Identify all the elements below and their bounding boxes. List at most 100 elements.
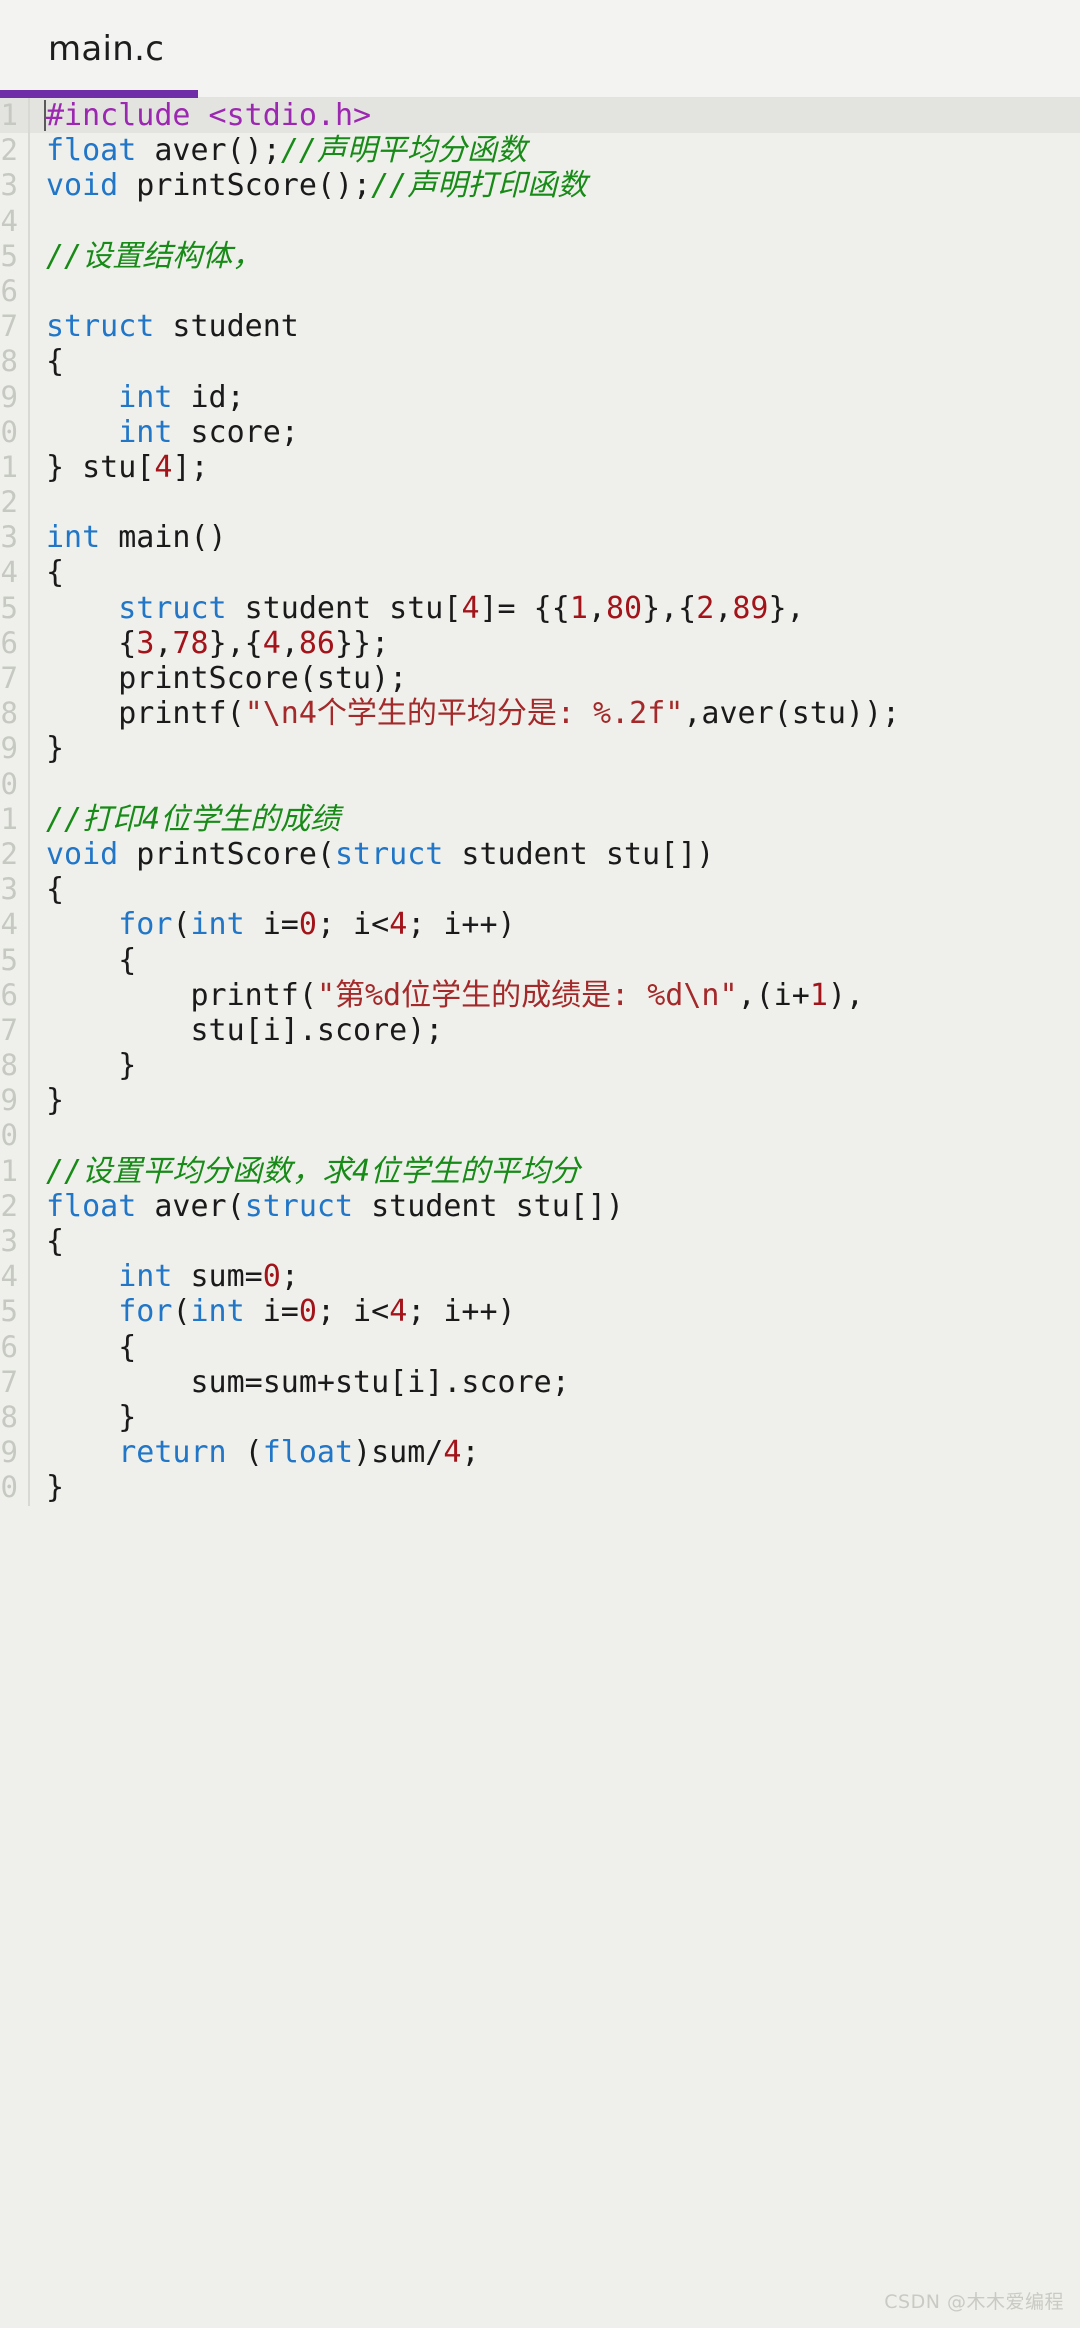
code-line-content[interactable]: } <box>30 1470 1080 1505</box>
code-line-content[interactable]: { <box>30 1330 1080 1365</box>
code-line[interactable]: 27 stu[i].score); <box>0 1012 1080 1049</box>
code-line-content[interactable]: float aver(struct student stu[]) <box>30 1189 1080 1224</box>
code-line[interactable]: 19} <box>0 731 1080 767</box>
token-cmt: //声明打印函数 <box>371 168 588 204</box>
token-num: 1 <box>809 977 828 1013</box>
code-line-content[interactable]: struct student <box>30 309 1080 344</box>
code-line-content[interactable]: void printScore();//声明打印函数 <box>30 168 1080 203</box>
code-line-content[interactable]: for(int i=0; i<4; i++) <box>30 907 1080 942</box>
code-line[interactable]: 12 <box>0 485 1080 521</box>
code-line[interactable]: 7 struct student <box>0 309 1080 345</box>
code-line[interactable]: 30 <box>0 1118 1080 1154</box>
code-line[interactable]: 13 int main() <box>0 520 1080 556</box>
gutter-divider <box>28 203 30 239</box>
code-line[interactable]: 39 return (float)sum/4; <box>0 1435 1080 1471</box>
code-line[interactable]: 38 } <box>0 1399 1080 1436</box>
code-line-content[interactable]: } <box>30 731 1080 766</box>
code-line[interactable]: 37 sum=sum+stu[i].score; <box>0 1364 1080 1400</box>
code-line-content[interactable]: //打印4位学生的成绩 <box>30 802 1080 837</box>
code-line-content[interactable]: printf("第%d位学生的成绩是: %d\n",(i+1), <box>30 978 1080 1013</box>
code-line[interactable]: 33 { <box>0 1224 1080 1260</box>
code-line[interactable]: 9 int id; <box>0 379 1080 415</box>
token-plain: printScore(); <box>118 168 372 204</box>
tab-main-c[interactable]: main.c <box>0 0 199 98</box>
code-line-content[interactable]: float aver();//声明平均分函数 <box>30 133 1080 168</box>
code-line[interactable]: 11} stu[4]; <box>0 449 1080 486</box>
token-plain: , <box>154 625 173 661</box>
code-line-content[interactable]: stu[i].score); <box>30 1013 1080 1048</box>
code-line[interactable]: 29} <box>0 1083 1080 1119</box>
code-line-content[interactable]: { <box>30 943 1080 978</box>
code-line[interactable]: 14 { <box>0 555 1080 591</box>
code-line-content[interactable]: { <box>30 872 1080 907</box>
code-line-content[interactable]: { <box>30 1224 1080 1259</box>
code-line[interactable]: 23 { <box>0 872 1080 908</box>
token-kw: float <box>46 133 137 169</box>
code-line[interactable]: 16 {3,78},{4,86}}; <box>0 625 1080 661</box>
code-line[interactable]: 2 float aver();//声明平均分函数 <box>0 133 1080 169</box>
code-line[interactable]: 36 { <box>0 1329 1080 1365</box>
code-line[interactable]: 32 float aver(struct student stu[]) <box>0 1188 1080 1224</box>
code-line-content[interactable]: #include <stdio.h> <box>30 98 1080 134</box>
code-line[interactable]: 10 int score; <box>0 414 1080 450</box>
code-line-content[interactable]: int sum=0; <box>30 1259 1080 1294</box>
code-line-content[interactable]: { <box>30 344 1080 379</box>
code-line[interactable]: 31 //设置平均分函数，求4位学生的平均分 <box>0 1153 1080 1189</box>
code-line[interactable]: 8{ <box>0 344 1080 380</box>
token-kw: for <box>118 1294 173 1330</box>
code-line[interactable]: 17 printScore(stu); <box>0 661 1080 697</box>
token-plain: aver( <box>136 1188 245 1224</box>
code-line[interactable]: 28 } <box>0 1048 1080 1084</box>
code-line[interactable]: 34 int sum=0; <box>0 1259 1080 1295</box>
code-line[interactable]: 21 //打印4位学生的成绩 <box>0 801 1080 837</box>
code-line[interactable]: 15 struct student stu[4]= {{1,80},{2,89}… <box>0 590 1080 626</box>
code-line-content[interactable]: } <box>30 1083 1080 1118</box>
code-line[interactable]: 18 printf("\n4个学生的平均分是: %.2f",aver(stu))… <box>0 696 1080 732</box>
code-line[interactable]: 40} <box>0 1470 1080 1506</box>
code-line[interactable]: 24 for(int i=0; i<4; i++) <box>0 907 1080 943</box>
line-number: 9 <box>0 379 18 414</box>
code-line-content[interactable]: return (float)sum/4; <box>30 1435 1080 1470</box>
token-str: "第%d位学生的成绩是: %d\n" <box>316 977 738 1013</box>
code-line[interactable]: 5 //设置结构体， <box>0 238 1080 274</box>
code-line-content[interactable]: { <box>30 555 1080 590</box>
token-plain: id; <box>172 379 245 415</box>
code-line[interactable]: 3 void printScore();//声明打印函数 <box>0 168 1080 204</box>
code-line-content[interactable]: struct student stu[4]= {{1,80},{2,89}, <box>30 591 1080 626</box>
line-number: 39 <box>0 1435 18 1470</box>
token-plain: ]; <box>172 449 209 485</box>
code-line-content[interactable]: } stu[4]; <box>30 450 1080 485</box>
code-line[interactable]: 1 #include <stdio.h> <box>0 98 1080 134</box>
code-line-content[interactable]: printf("\n4个学生的平均分是: %.2f",aver(stu)); <box>30 696 1080 731</box>
code-line-content[interactable]: sum=sum+stu[i].score; <box>30 1365 1080 1400</box>
token-kw: float <box>46 1188 137 1224</box>
code-line-content[interactable]: int main() <box>30 520 1080 555</box>
code-line-content[interactable]: } <box>30 1048 1080 1083</box>
code-line[interactable]: 4 <box>0 203 1080 239</box>
code-line-content[interactable]: } <box>30 1400 1080 1435</box>
line-number: 15 <box>0 590 18 625</box>
code-line-content[interactable]: int id; <box>30 380 1080 415</box>
code-line-content[interactable]: int score; <box>30 415 1080 450</box>
token-num: 4 <box>154 449 173 485</box>
token-num: 0 <box>298 1294 317 1330</box>
code-line-content[interactable]: for(int i=0; i<4; i++) <box>30 1294 1080 1329</box>
code-editor[interactable]: 1 #include <stdio.h> 2 float aver();//声明平均分… <box>0 98 1080 2328</box>
code-line[interactable]: 22 void printScore(struct student stu[]) <box>0 836 1080 873</box>
code-lines-container[interactable]: 1 #include <stdio.h> 2 float aver();//声明平均分… <box>0 98 1080 1506</box>
code-line[interactable]: 6 <box>0 273 1080 310</box>
code-line-content[interactable]: {3,78},{4,86}}; <box>30 626 1080 661</box>
token-plain: main() <box>100 520 227 556</box>
token-kw: struct <box>118 590 227 626</box>
code-line[interactable]: 26 printf("第%d位学生的成绩是: %d\n",(i+1), <box>0 977 1080 1013</box>
code-line[interactable]: 35 for(int i=0; i<4; i++) <box>0 1294 1080 1330</box>
code-line[interactable]: 20 <box>0 766 1080 802</box>
token-plain: student stu[ <box>226 590 462 626</box>
token-plain: ,aver(stu)); <box>683 696 901 732</box>
code-line[interactable]: 25 { <box>0 942 1080 978</box>
code-line-content[interactable]: //设置平均分函数，求4位学生的平均分 <box>30 1154 1080 1189</box>
code-line-content[interactable]: printScore(stu); <box>30 661 1080 696</box>
code-line-content[interactable]: //设置结构体， <box>30 239 1080 274</box>
code-line-content[interactable]: void printScore(struct student stu[]) <box>30 837 1080 872</box>
